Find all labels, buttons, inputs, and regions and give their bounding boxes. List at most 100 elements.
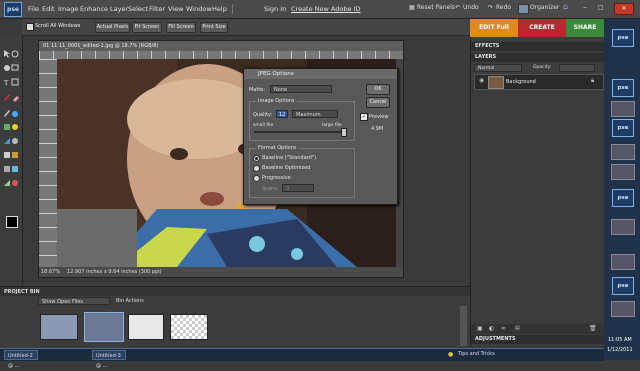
redo-icon: ↷: [488, 4, 494, 11]
adjustments-panel-header[interactable]: ADJUSTMENTS: [471, 335, 605, 344]
tips-icon: ●: [448, 351, 454, 358]
baseline-optimized-radio[interactable]: [253, 165, 260, 172]
pse-taskbar-icon-3[interactable]: pse: [612, 119, 634, 137]
window-thumbnail-icon-2[interactable]: [611, 144, 635, 160]
blend-mode-select[interactable]: Normal: [474, 64, 522, 72]
quality-slider-thumb[interactable]: [341, 128, 347, 137]
window-thumbnail-icon-3[interactable]: [611, 164, 635, 180]
menu-image[interactable]: Image: [58, 5, 78, 13]
menu-help[interactable]: Help: [212, 5, 227, 13]
link-icon[interactable]: ∞: [501, 325, 506, 332]
quality-slider-track[interactable]: [254, 131, 344, 133]
tab-share[interactable]: SHARE: [566, 19, 604, 37]
window-thumbnail-icon[interactable]: [611, 101, 635, 117]
create-adobe-id-link[interactable]: Create New Adobe ID: [291, 5, 360, 13]
redo-button[interactable]: Redo: [496, 4, 511, 11]
quality-input[interactable]: 12: [276, 110, 288, 118]
scroll-all-label: Scroll All Windows: [35, 23, 81, 29]
progressive-radio[interactable]: [253, 175, 260, 182]
shape-icon: [4, 124, 10, 130]
lock-icon: 🔒︎: [591, 77, 595, 84]
organizer-button[interactable]: Organizer: [530, 4, 559, 11]
adjustment-layer-icon[interactable]: ◐: [489, 325, 494, 332]
opacity-input[interactable]: [559, 64, 595, 72]
arrow-icon: [4, 50, 10, 58]
menu-layer[interactable]: Layer: [110, 5, 128, 13]
minimize-icon[interactable]: –: [583, 3, 587, 11]
eyedropper-icon: [4, 110, 10, 117]
foreground-color-swatch[interactable]: [6, 216, 18, 228]
pse-taskbar-icon-4[interactable]: pse: [612, 189, 634, 207]
bin-thumbnail[interactable]: [40, 314, 78, 340]
jpeg-options-dialog: JPEG Options Matte: None OK Cancel Image…: [243, 68, 398, 205]
window-thumbnail-icon-6[interactable]: [611, 301, 635, 317]
layer-name: Background: [506, 79, 536, 85]
pse-taskbar-icon-5[interactable]: pse: [612, 277, 634, 295]
opacity-label: Opacity:: [533, 65, 552, 70]
layer-row-background[interactable]: ◉ Background 🔒︎: [474, 74, 604, 90]
bin-thumbnail[interactable]: [128, 314, 164, 340]
effects-panel-header[interactable]: EFFECTS: [471, 42, 605, 51]
menu-file[interactable]: File: [28, 5, 39, 13]
cancel-button[interactable]: Cancel: [366, 97, 390, 108]
new-layer-icon[interactable]: ▣: [477, 325, 483, 332]
ok-button[interactable]: OK: [366, 84, 390, 95]
app-logo: pse: [4, 2, 22, 17]
undo-button[interactable]: Undo: [463, 4, 479, 11]
layers-panel-header[interactable]: LAYERS: [471, 53, 605, 62]
actual-pixels-button[interactable]: Actual Pixels: [95, 22, 130, 33]
heal-icon: [12, 111, 18, 117]
project-bin-label[interactable]: PROJECT BIN: [4, 289, 40, 295]
bin-thumbnail[interactable]: [170, 314, 208, 340]
reset-panels-button[interactable]: Reset Panels: [417, 4, 455, 11]
baseline-optimized-label: Baseline Optimized: [262, 165, 311, 171]
baseline-standard-radio[interactable]: [253, 155, 260, 162]
layer-lock-icon[interactable]: ▤: [515, 325, 520, 331]
bin-thumbnail-selected[interactable]: [84, 312, 124, 342]
zoom-readout[interactable]: 18.67%: [41, 267, 60, 277]
quality-preset-select[interactable]: Maximum: [292, 110, 338, 118]
right-panel: EFFECTS LAYERS Normal Opacity: ◉ Backgro…: [470, 37, 605, 347]
layers-footer: ▣ ◐ ∞ ▤ 🗑︎: [471, 324, 605, 334]
scroll-all-checkbox[interactable]: [26, 23, 34, 31]
menu-select[interactable]: Select: [128, 5, 148, 13]
close-icon[interactable]: ✕: [614, 3, 634, 15]
taskbar-tab-untitled-3[interactable]: Untitled-3 @ ...: [92, 350, 126, 369]
pse-taskbar-icon-2[interactable]: pse: [612, 79, 634, 97]
window-thumbnail-icon-5[interactable]: [611, 254, 635, 270]
menu-enhance[interactable]: Enhance: [80, 5, 108, 13]
menu-view[interactable]: View: [168, 5, 183, 13]
menu-window[interactable]: Window: [186, 5, 212, 13]
home-icon[interactable]: ⌂: [563, 2, 568, 11]
layer-thumbnail: [488, 76, 504, 89]
window-thumbnail-icon-4[interactable]: [611, 219, 635, 235]
pse-taskbar-icon[interactable]: pse: [612, 29, 634, 47]
image-options-group: [249, 101, 355, 141]
bin-actions-menu[interactable]: Bin Actions: [116, 298, 144, 304]
clock-time: 11:05 AM: [608, 337, 632, 343]
eraser-icon: [13, 96, 19, 102]
delete-layer-icon[interactable]: 🗑︎: [589, 325, 597, 332]
menu-edit[interactable]: Edit: [42, 5, 55, 13]
preview-checkbox[interactable]: ✓: [360, 113, 368, 121]
sign-in-link[interactable]: Sign In: [264, 5, 286, 13]
tips-and-tricks-link[interactable]: Tips and Tricks: [458, 351, 495, 357]
document-title[interactable]: 01 11 11_0001_edited-1.jpg @ 18.7% (RGB/…: [39, 41, 403, 51]
tab-edit-full[interactable]: EDIT Full: [470, 19, 518, 37]
taskbar-tab-untitled-2[interactable]: Untitled-2 @ ...: [4, 350, 38, 369]
menu-filter[interactable]: Filter: [149, 5, 165, 13]
maximize-icon[interactable]: □: [598, 4, 604, 11]
blur-icon: [12, 124, 18, 130]
print-size-button[interactable]: Print Size: [200, 22, 228, 33]
small-file-label: small file: [253, 123, 274, 128]
show-files-select[interactable]: Show Open Files: [38, 297, 110, 305]
side-taskbar: pse pse pse pse pse 11:05 AM 1/12/2011: [604, 19, 640, 360]
fit-screen-button[interactable]: Fit Screen: [132, 22, 162, 33]
tab-create[interactable]: CREATE: [518, 19, 566, 37]
scans-select[interactable]: 3: [282, 184, 314, 192]
bin-scrollbar[interactable]: [460, 306, 467, 346]
file-size-readout: 4.9M: [371, 126, 384, 132]
matte-select[interactable]: None: [270, 85, 332, 93]
eye-icon[interactable]: ◉: [479, 77, 484, 86]
fill-screen-button[interactable]: Fill Screen: [166, 22, 196, 33]
